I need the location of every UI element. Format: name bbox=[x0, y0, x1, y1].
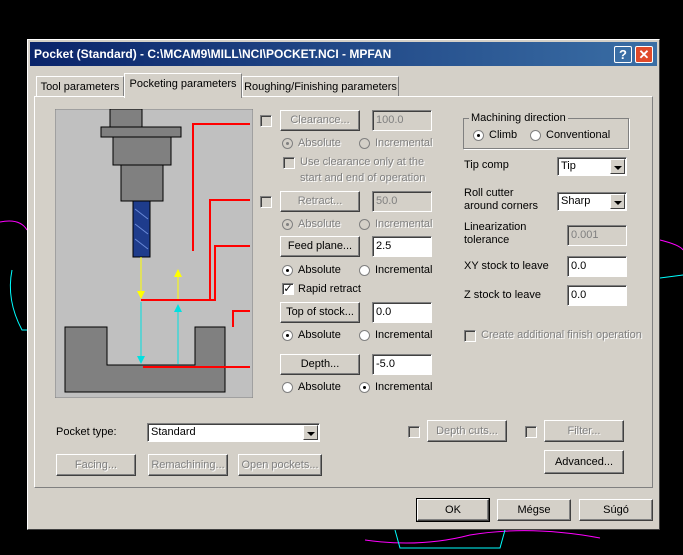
clearance-absolute-label: Absolute bbox=[298, 137, 341, 149]
feed-absolute-label: Absolute bbox=[298, 264, 341, 276]
ok-button[interactable]: OK bbox=[416, 498, 490, 522]
clearance-incremental-radio[interactable] bbox=[359, 138, 370, 149]
open-pockets-button[interactable]: Open pockets... bbox=[238, 454, 322, 476]
cancel-button[interactable]: Mégse bbox=[497, 499, 571, 521]
close-icon[interactable]: ✕ bbox=[635, 46, 653, 63]
filter-button[interactable]: Filter... bbox=[544, 420, 624, 442]
help-button[interactable]: Súgó bbox=[579, 499, 653, 521]
roll-cutter-label-2: around corners bbox=[464, 200, 538, 212]
retract-absolute-label: Absolute bbox=[298, 218, 341, 230]
chevron-down-icon[interactable] bbox=[303, 425, 318, 440]
pocket-type-value: Standard bbox=[151, 426, 196, 438]
clearance-checkbox[interactable] bbox=[260, 115, 272, 127]
pocket-type-select[interactable]: Standard bbox=[147, 423, 320, 442]
retract-checkbox[interactable] bbox=[260, 196, 272, 208]
top-incremental-radio[interactable] bbox=[359, 330, 370, 341]
pocket-diagram bbox=[55, 109, 253, 398]
top-of-stock-field[interactable]: 0.0 bbox=[372, 302, 432, 323]
climb-radio[interactable] bbox=[473, 130, 484, 141]
clearance-button[interactable]: Clearance... bbox=[280, 110, 360, 131]
retract-incremental-label: Incremental bbox=[375, 218, 433, 230]
depth-absolute-radio[interactable] bbox=[282, 382, 293, 393]
chevron-down-icon[interactable] bbox=[610, 159, 625, 174]
xy-stock-field[interactable]: 0.0 bbox=[567, 256, 627, 277]
top-absolute-radio[interactable] bbox=[282, 330, 293, 341]
linearization-field[interactable]: 0.001 bbox=[567, 225, 627, 246]
z-stock-label: Z stock to leave bbox=[464, 289, 542, 301]
clearance-only-checkbox[interactable] bbox=[283, 157, 295, 169]
conventional-label: Conventional bbox=[546, 129, 611, 141]
pocket-type-label: Pocket type: bbox=[56, 426, 117, 438]
roll-cutter-select[interactable]: Sharp bbox=[557, 192, 627, 211]
depth-absolute-label: Absolute bbox=[298, 381, 341, 393]
window-title: Pocket (Standard) - C:\MCAM9\MILL\NCI\PO… bbox=[34, 47, 392, 61]
depth-cuts-button[interactable]: Depth cuts... bbox=[427, 420, 507, 442]
depth-incremental-radio[interactable] bbox=[359, 382, 370, 393]
tip-comp-label: Tip comp bbox=[464, 159, 509, 171]
pocket-dialog: Pocket (Standard) - C:\MCAM9\MILL\NCI\PO… bbox=[27, 39, 660, 530]
depth-incremental-label: Incremental bbox=[375, 381, 433, 393]
feed-incremental-label: Incremental bbox=[375, 264, 433, 276]
tip-comp-select[interactable]: Tip bbox=[557, 157, 627, 176]
clearance-only-label-2: start and end of operation bbox=[300, 172, 426, 184]
tab-pocketing-parameters[interactable]: Pocketing parameters bbox=[124, 73, 242, 98]
clearance-absolute-radio[interactable] bbox=[282, 138, 293, 149]
depth-cuts-checkbox[interactable] bbox=[408, 426, 420, 438]
filter-checkbox[interactable] bbox=[525, 426, 537, 438]
title-bar: Pocket (Standard) - C:\MCAM9\MILL\NCI\PO… bbox=[30, 42, 657, 66]
linearization-label: Linearization bbox=[464, 221, 527, 233]
conventional-radio[interactable] bbox=[530, 130, 541, 141]
roll-cutter-label: Roll cutter bbox=[464, 187, 514, 199]
roll-cutter-value: Sharp bbox=[561, 195, 591, 207]
clearance-only-label: Use clearance only at the bbox=[300, 156, 425, 168]
linearization-label-2: tolerance bbox=[464, 234, 510, 246]
help-icon[interactable]: ? bbox=[614, 46, 632, 63]
top-of-stock-button[interactable]: Top of stock... bbox=[280, 302, 360, 323]
retract-incremental-radio[interactable] bbox=[359, 219, 370, 230]
z-stock-field[interactable]: 0.0 bbox=[567, 285, 627, 306]
top-incremental-label: Incremental bbox=[375, 329, 433, 341]
feed-absolute-radio[interactable] bbox=[282, 265, 293, 276]
advanced-button[interactable]: Advanced... bbox=[544, 450, 624, 474]
clearance-field[interactable]: 100.0 bbox=[372, 110, 432, 131]
tool-holder-top bbox=[109, 109, 143, 128]
clearance-incremental-label: Incremental bbox=[375, 137, 433, 149]
feed-incremental-radio[interactable] bbox=[359, 265, 370, 276]
machining-direction-title: Machining direction bbox=[469, 112, 568, 124]
tip-comp-value: Tip bbox=[561, 160, 576, 172]
chevron-down-icon[interactable] bbox=[610, 194, 625, 209]
top-absolute-label: Absolute bbox=[298, 329, 341, 341]
depth-field[interactable]: -5.0 bbox=[372, 354, 432, 375]
tool-holder bbox=[100, 126, 182, 138]
tab-roughing-finishing[interactable]: Roughing/Finishing parameters bbox=[242, 76, 399, 96]
finish-operation-checkbox[interactable] bbox=[464, 330, 476, 342]
climb-label: Climb bbox=[489, 129, 518, 141]
tab-tool-parameters[interactable]: Tool parameters bbox=[36, 76, 124, 96]
finish-operation-label: Create additional finish operation bbox=[481, 329, 642, 341]
facing-button[interactable]: Facing... bbox=[56, 454, 136, 476]
xy-stock-label: XY stock to leave bbox=[464, 260, 549, 272]
remachining-button[interactable]: Remachining... bbox=[148, 454, 228, 476]
rapid-retract-checkbox[interactable]: ✓ bbox=[282, 283, 294, 295]
retract-button[interactable]: Retract... bbox=[280, 191, 360, 212]
rapid-retract-label: Rapid retract bbox=[298, 283, 361, 295]
retract-absolute-radio[interactable] bbox=[282, 219, 293, 230]
retract-field[interactable]: 50.0 bbox=[372, 191, 432, 212]
feed-plane-button[interactable]: Feed plane... bbox=[280, 236, 360, 257]
depth-button[interactable]: Depth... bbox=[280, 354, 360, 375]
feed-plane-field[interactable]: 2.5 bbox=[372, 236, 432, 257]
